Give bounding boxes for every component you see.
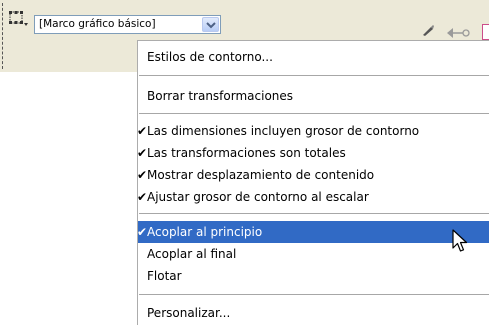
object-style-select[interactable]: [Marco gráfico básico] (34, 15, 221, 34)
object-style-value: [Marco gráfico básico] (39, 18, 156, 30)
checkmark-icon: ✔ (137, 124, 148, 138)
menu-item-dock-at-top[interactable]: ✔ Acoplar al principio (137, 221, 489, 243)
checkmark-icon: ✔ (137, 190, 148, 204)
checkmark-icon: ✔ (137, 168, 148, 182)
chevron-down-icon[interactable] (473, 32, 480, 47)
menu-item-float[interactable]: Flotar (138, 265, 489, 287)
frame-grid-icon[interactable] (9, 11, 29, 27)
menu-item-transformations-total[interactable]: ✔ Las transformaciones son totales (137, 142, 489, 164)
checkmark-icon: ✔ (137, 146, 148, 160)
arrowhead-icon[interactable] (445, 25, 471, 39)
object-style-dropdown-button[interactable] (202, 17, 219, 32)
arrow-cursor-icon (452, 229, 468, 254)
panel-options-menu: Estilos de contorno... Borrar transforma… (137, 40, 489, 325)
menu-item-show-content-offset[interactable]: ✔ Mostrar desplazamiento de contenido (137, 164, 489, 186)
toolbar-grip-edge[interactable] (2, 3, 3, 69)
menu-separator (139, 294, 489, 295)
menu-item-dock-at-bottom[interactable]: Acoplar al final (138, 243, 489, 265)
menu-item-adjust-stroke-when-scaling[interactable]: ✔ Ajustar grosor de contorno al escalar (137, 186, 489, 208)
menu-item-customize[interactable]: Personalizar... (138, 302, 489, 324)
menu-separator (139, 113, 489, 114)
menu-separator (139, 213, 489, 214)
stroke-style-icon[interactable] (482, 24, 489, 40)
pen-icon[interactable] (421, 22, 435, 36)
menu-item-clear-transformations[interactable]: Borrar transformaciones (138, 85, 489, 107)
menu-item-stroke-styles[interactable]: Estilos de contorno... (138, 46, 489, 68)
menu-separator (139, 75, 489, 76)
menu-item-dimensions-include-stroke[interactable]: ✔ Las dimensiones incluyen grosor de con… (137, 120, 489, 142)
checkmark-icon: ✔ (137, 225, 148, 239)
